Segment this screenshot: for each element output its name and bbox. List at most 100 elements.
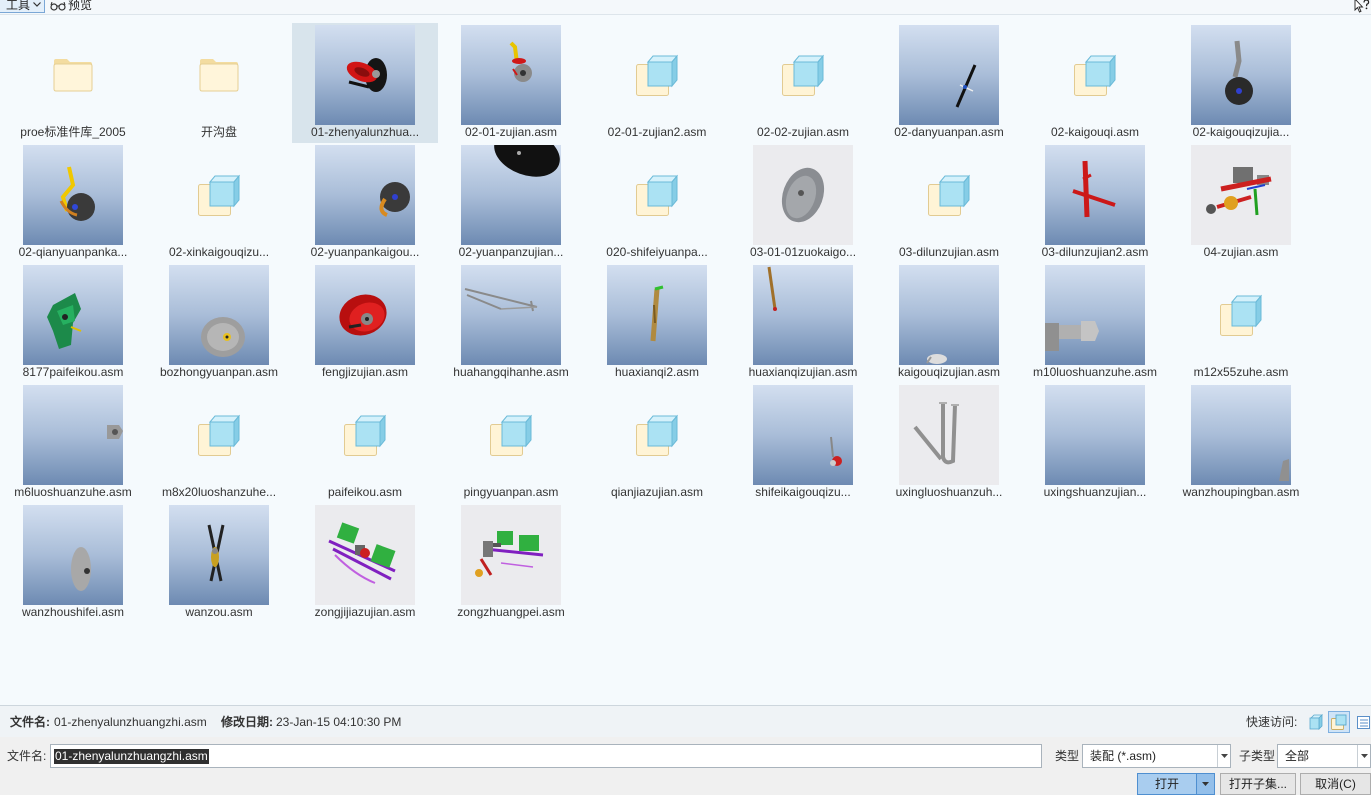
- file-type-select[interactable]: 装配 (*.asm): [1082, 744, 1231, 768]
- file-item[interactable]: 04-zujian.asm: [1168, 143, 1314, 263]
- help-cursor-icon[interactable]: [1354, 0, 1370, 13]
- assembly-file-icon: [899, 145, 999, 245]
- file-name-label: 02-qianyuanpanka...: [18, 245, 128, 259]
- triangle-down-icon: [1361, 754, 1368, 758]
- file-subtype-value: 全部: [1285, 749, 1310, 763]
- file-name-label: m6luoshuanzuhe.asm: [14, 485, 132, 499]
- file-subtype-dropdown-arrow[interactable]: [1357, 745, 1371, 767]
- file-name-label: huahangqihanhe.asm: [453, 365, 569, 379]
- file-item[interactable]: m6luoshuanzuhe.asm: [0, 383, 146, 503]
- open-options-dropdown-button[interactable]: [1196, 773, 1215, 795]
- quick-access-thumbnail-view-button[interactable]: [1328, 711, 1350, 733]
- nut-model-thumbnail: [23, 385, 123, 485]
- green-part-model-thumbnail: [23, 265, 123, 365]
- quick-access-label: 快速访问:: [1246, 715, 1298, 729]
- chevron-down-icon: [33, 2, 41, 7]
- file-item[interactable]: kaigouqizujian.asm: [876, 263, 1022, 383]
- filename-input-selected-text: 01-zhenyalunzhuangzhi.asm: [54, 749, 209, 764]
- file-name-label: bozhongyuanpan.asm: [159, 365, 279, 379]
- file-item[interactable]: 02-yuanpankaigou...: [292, 143, 438, 263]
- file-item[interactable]: 02-qianyuanpanka...: [0, 143, 146, 263]
- tools-menu-label: 工具: [6, 0, 31, 12]
- u-bolt-model-thumbnail: [899, 385, 999, 485]
- file-item[interactable]: fengjizujian.asm: [292, 263, 438, 383]
- file-item[interactable]: 03-dilunzujian.asm: [876, 143, 1022, 263]
- assembly-file-icon: [1191, 265, 1291, 365]
- assembly-file-icon: [607, 25, 707, 125]
- file-item[interactable]: uxingshuanzujian...: [1022, 383, 1168, 503]
- file-item[interactable]: 02-danyuanpan.asm: [876, 23, 1022, 143]
- file-item[interactable]: qianjiazujian.asm: [584, 383, 730, 503]
- small-part-model-thumbnail: [899, 265, 999, 365]
- file-item[interactable]: wanzou.asm: [146, 503, 292, 623]
- file-item[interactable]: 03-dilunzujian2.asm: [1022, 143, 1168, 263]
- info-date-label: 修改日期:: [221, 715, 273, 729]
- file-item[interactable]: zongjijiazujian.asm: [292, 503, 438, 623]
- file-item[interactable]: 02-kaigouqi.asm: [1022, 23, 1168, 143]
- file-item[interactable]: paifeikou.asm: [292, 383, 438, 503]
- file-item[interactable]: 02-01-zujian.asm: [438, 23, 584, 143]
- file-item[interactable]: 02-yuanpanzujian...: [438, 143, 584, 263]
- side-disc-model-thumbnail: [23, 505, 123, 605]
- file-item[interactable]: pingyuanpan.asm: [438, 383, 584, 503]
- file-name-label: 开沟盘: [200, 125, 237, 139]
- gray-disc-model-thumbnail: [753, 145, 853, 245]
- file-subtype-label: 子类型: [1239, 749, 1276, 763]
- file-item[interactable]: 02-02-zujian.asm: [730, 23, 876, 143]
- quick-access-list-view-button[interactable]: [1307, 714, 1324, 731]
- open-button[interactable]: 打开: [1137, 773, 1197, 795]
- toolbar: 工具 预览: [0, 0, 1371, 14]
- info-filename-label: 文件名:: [10, 715, 50, 729]
- file-name-label: fengjizujian.asm: [321, 365, 409, 379]
- file-item[interactable]: shifeikaigouqizu...: [730, 383, 876, 503]
- file-item[interactable]: zongzhuangpei.asm: [438, 503, 584, 623]
- file-item[interactable]: huahangqihanhe.asm: [438, 263, 584, 383]
- cancel-button[interactable]: 取消(C): [1300, 773, 1371, 795]
- file-name-label: 8177paifeikou.asm: [22, 365, 124, 379]
- file-item[interactable]: huaxianqi2.asm: [584, 263, 730, 383]
- file-name-label: m8x20luoshanzuhe...: [161, 485, 277, 499]
- file-item[interactable]: proe标准件库_2005: [0, 23, 146, 143]
- file-item[interactable]: m8x20luoshanzuhe...: [146, 383, 292, 503]
- file-name-label: 020-shifeiyuanpa...: [606, 245, 708, 259]
- file-name-label: huaxianqi2.asm: [614, 365, 700, 379]
- file-type-dropdown-arrow[interactable]: [1217, 745, 1231, 767]
- file-item[interactable]: wanzhoushifei.asm: [0, 503, 146, 623]
- tools-menu-button[interactable]: 工具: [0, 0, 45, 13]
- assembly-file-icon: [169, 145, 269, 245]
- file-item[interactable]: 01-zhenyalunzhua...: [292, 23, 438, 143]
- file-name-label: zongzhuangpei.asm: [457, 605, 565, 619]
- file-item[interactable]: wanzhoupingban.asm: [1168, 383, 1314, 503]
- bracket-disc-model-thumbnail: [23, 145, 123, 245]
- file-name-label: proe标准件库_2005: [20, 125, 126, 139]
- file-item[interactable]: m10luoshuanzuhe.asm: [1022, 263, 1168, 383]
- file-browser-list[interactable]: proe标准件库_2005 开沟盘 01-zhenyalunzhua... 02-01…: [0, 14, 1371, 706]
- assembly-file-icon: [169, 385, 269, 485]
- linkage-model-thumbnail: [461, 265, 561, 365]
- arm-wheel-model-thumbnail: [1191, 25, 1291, 125]
- file-item[interactable]: huaxianqizujian.asm: [730, 263, 876, 383]
- file-item[interactable]: 03-01-01zuokaigo...: [730, 143, 876, 263]
- filename-input[interactable]: 01-zhenyalunzhuangzhi.asm: [50, 744, 1042, 768]
- file-item[interactable]: 02-xinkaigouqizu...: [146, 143, 292, 263]
- bolt-model-thumbnail: [1045, 265, 1145, 365]
- file-item[interactable]: 8177paifeikou.asm: [0, 263, 146, 383]
- file-item[interactable]: 02-01-zujian2.asm: [584, 23, 730, 143]
- file-item[interactable]: 02-kaigouqizujia...: [1168, 23, 1314, 143]
- file-name-label: huaxianqizujian.asm: [748, 365, 858, 379]
- file-name-label: paifeikou.asm: [327, 485, 403, 499]
- file-item[interactable]: uxingluoshuanzuh...: [876, 383, 1022, 503]
- file-subtype-select[interactable]: 全部: [1277, 744, 1371, 768]
- file-name-label: 02-xinkaigouqizu...: [168, 245, 270, 259]
- file-info-bar: 文件名: 01-zhenyalunzhuangzhi.asm 修改日期: 23-…: [0, 706, 1371, 738]
- file-item[interactable]: 020-shifeiyuanpa...: [584, 143, 730, 263]
- quick-access-detail-view-button[interactable]: [1356, 714, 1371, 731]
- open-subset-button[interactable]: 打开子集...: [1220, 773, 1296, 795]
- file-item[interactable]: m12x55zuhe.asm: [1168, 263, 1314, 383]
- file-item[interactable]: 开沟盘: [146, 23, 292, 143]
- file-type-value: 装配 (*.asm): [1090, 749, 1157, 763]
- file-name-label: 02-yuanpankaigou...: [310, 245, 420, 259]
- thin-blade-model-thumbnail: [899, 25, 999, 125]
- file-item[interactable]: bozhongyuanpan.asm: [146, 263, 292, 383]
- list-view-icon: [1309, 714, 1323, 730]
